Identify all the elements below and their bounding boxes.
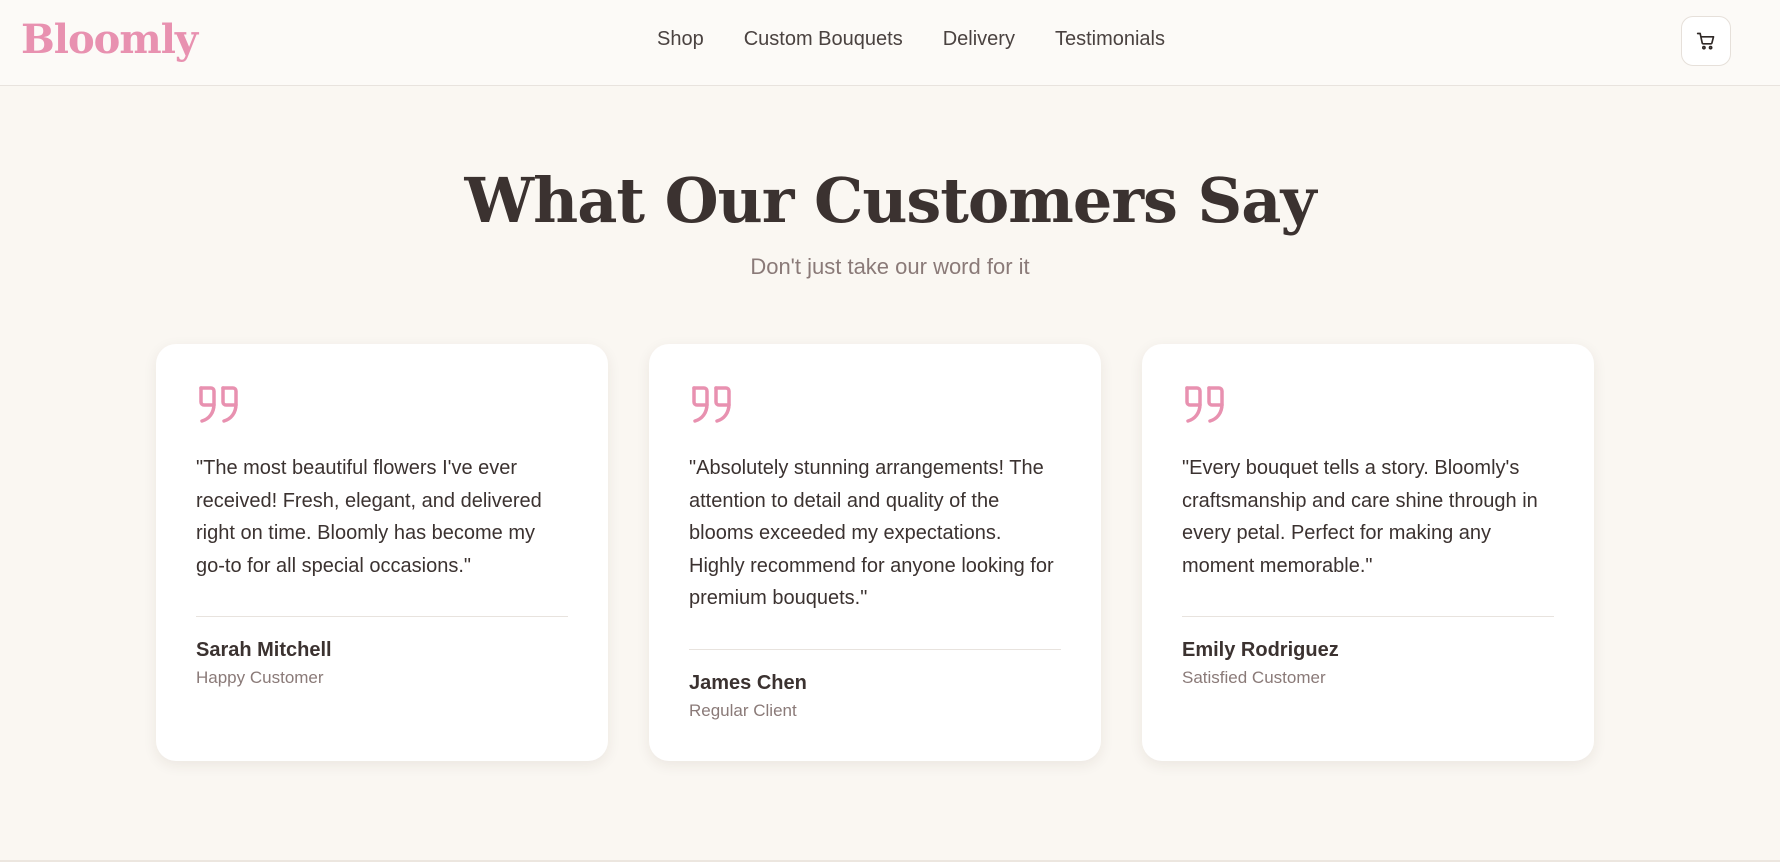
section-subtitle: Don't just take our word for it bbox=[750, 254, 1030, 279]
quote-icon bbox=[1185, 386, 1224, 423]
divider bbox=[196, 616, 568, 617]
section-title: What Our Customers Say bbox=[464, 164, 1317, 237]
nav-custom-bouquets[interactable]: Custom Bouquets bbox=[744, 28, 903, 51]
divider bbox=[1182, 616, 1554, 617]
nav-testimonials[interactable]: Testimonials bbox=[1055, 28, 1165, 51]
testimonial-card: "Absolutely stunning arrangements! The a… bbox=[649, 344, 1101, 761]
author-role: Happy Customer bbox=[196, 668, 324, 687]
testimonial-quote: "The most beautiful flowers I've ever re… bbox=[196, 457, 542, 577]
testimonial-quote: "Every bouquet tells a story. Bloomly's … bbox=[1182, 457, 1538, 577]
author-name: James Chen bbox=[689, 671, 807, 694]
testimonial-card: "Every bouquet tells a story. Bloomly's … bbox=[1142, 344, 1594, 761]
nav-shop[interactable]: Shop bbox=[657, 28, 704, 51]
author-name: Sarah Mitchell bbox=[196, 639, 332, 661]
site-header: Bloomly Shop Custom Bouquets Delivery Te… bbox=[0, 0, 1780, 86]
quote-icon bbox=[199, 386, 238, 423]
quote-icon bbox=[692, 386, 731, 423]
cart-icon bbox=[1696, 32, 1715, 50]
author-role: Satisfied Customer bbox=[1182, 668, 1326, 687]
author-name: Emily Rodriguez bbox=[1182, 639, 1339, 661]
nav-delivery[interactable]: Delivery bbox=[943, 28, 1015, 51]
divider bbox=[689, 648, 1061, 650]
main-nav: Shop Custom Bouquets Delivery Testimonia… bbox=[0, 28, 1780, 51]
author-role: Regular Client bbox=[689, 700, 797, 720]
testimonial-card: "The most beautiful flowers I've ever re… bbox=[156, 344, 608, 761]
testimonial-quote: "Absolutely stunning arrangements! The a… bbox=[689, 457, 1054, 609]
cart-button[interactable] bbox=[1681, 16, 1731, 66]
